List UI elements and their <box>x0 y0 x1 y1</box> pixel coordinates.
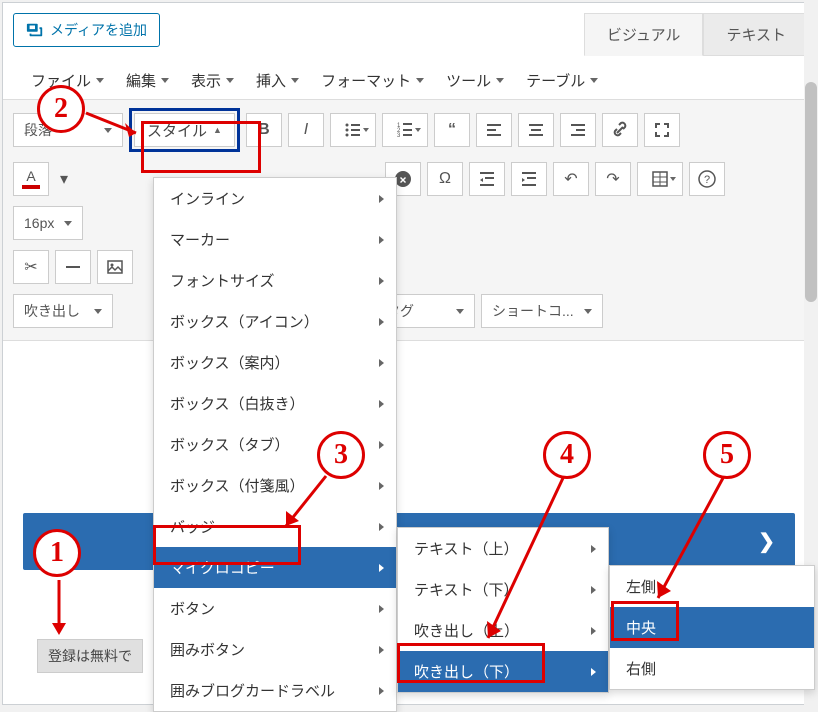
numbered-list-button[interactable]: 123 <box>382 113 428 147</box>
undo-button[interactable]: ↶ <box>553 162 589 196</box>
annotation-arrow-1 <box>49 575 79 645</box>
redo-button[interactable]: ↷ <box>595 162 631 196</box>
media-icon <box>26 21 44 39</box>
editor-tabs: ビジュアル テキスト <box>584 13 809 56</box>
add-media-button[interactable]: メディアを追加 <box>13 13 160 47</box>
shortcode-select[interactable]: ショートコ... <box>481 294 603 328</box>
shortcode-btn-2[interactable] <box>55 250 91 284</box>
svg-text:?: ? <box>704 174 710 186</box>
shortcode-btn-1[interactable]: ✂ <box>13 250 49 284</box>
indent-button[interactable] <box>511 162 547 196</box>
annotation-circle-3: 3 <box>317 431 365 479</box>
menu-table[interactable]: テーブル <box>526 70 598 91</box>
image-button[interactable] <box>97 250 133 284</box>
align-left-button[interactable] <box>476 113 512 147</box>
menu-edit[interactable]: 編集 <box>126 70 169 91</box>
table-button[interactable] <box>637 162 683 196</box>
microcopy-item-bubble-bottom[interactable]: 吹き出し（下） <box>398 651 608 692</box>
editor-frame: メディアを追加 ビジュアル テキスト ファイル 編集 表示 挿入 フォーマット … <box>2 2 816 705</box>
align-right-button[interactable] <box>560 113 596 147</box>
menubar: ファイル 編集 表示 挿入 フォーマット ツール テーブル <box>3 56 815 100</box>
position-item-right[interactable]: 右側 <box>610 648 814 689</box>
style-item-marker[interactable]: マーカー <box>154 219 396 260</box>
link-button[interactable] <box>602 113 638 147</box>
annotation-circle-2: 2 <box>37 85 85 133</box>
text-color-button[interactable]: A <box>13 162 49 196</box>
annotation-arrow-4 <box>473 473 573 653</box>
fullscreen-button[interactable] <box>644 113 680 147</box>
help-button[interactable]: ? <box>689 162 725 196</box>
chevron-right-icon: ❯ <box>758 529 775 554</box>
style-item-box-icon[interactable]: ボックス（アイコン） <box>154 301 396 342</box>
special-char-button[interactable]: Ω <box>427 162 463 196</box>
bullet-list-button[interactable] <box>330 113 376 147</box>
add-media-label: メディアを追加 <box>50 20 147 40</box>
style-item-box-outline[interactable]: ボックス（白抜き） <box>154 383 396 424</box>
speech-bubble-select[interactable]: 吹き出し <box>13 294 113 328</box>
blockquote-button[interactable]: “ <box>434 113 470 147</box>
style-item-button[interactable]: ボタン <box>154 588 396 629</box>
menu-format[interactable]: フォーマット <box>321 70 424 91</box>
svg-text:3: 3 <box>397 133 401 139</box>
style-item-box-info[interactable]: ボックス（案内） <box>154 342 396 383</box>
annotation-circle-1: 1 <box>33 529 81 577</box>
italic-button[interactable]: I <box>288 113 324 147</box>
menu-tools[interactable]: ツール <box>446 70 504 91</box>
style-item-fontsize[interactable]: フォントサイズ <box>154 260 396 301</box>
editor-top-row: メディアを追加 ビジュアル テキスト <box>3 3 815 56</box>
style-item-wrap-button[interactable]: 囲みボタン <box>154 629 396 670</box>
tab-visual[interactable]: ビジュアル <box>584 13 704 56</box>
menu-view[interactable]: 表示 <box>191 70 234 91</box>
align-center-button[interactable] <box>518 113 554 147</box>
annotation-circle-4: 4 <box>543 431 591 479</box>
scrollbar-thumb[interactable] <box>805 82 817 302</box>
annotation-arrow-5 <box>643 473 733 613</box>
annotation-circle-5: 5 <box>703 431 751 479</box>
position-item-center[interactable]: 中央 <box>610 607 814 648</box>
style-button-label: スタイル <box>147 120 207 141</box>
font-size-select[interactable]: 16px <box>13 206 83 240</box>
annotation-arrow-2 <box>81 103 151 143</box>
text-color-caret[interactable]: ▾ <box>55 162 73 196</box>
style-item-microcopy[interactable]: マイクロコピー <box>154 547 396 588</box>
outdent-button[interactable] <box>469 162 505 196</box>
style-item-inline[interactable]: インライン <box>154 178 396 219</box>
style-item-blogcard-label[interactable]: 囲みブログカードラベル <box>154 670 396 711</box>
tab-text[interactable]: テキスト <box>703 13 809 56</box>
menu-insert[interactable]: 挿入 <box>256 70 299 91</box>
bold-button[interactable]: B <box>246 113 282 147</box>
annotation-arrow-3 <box>271 471 331 541</box>
